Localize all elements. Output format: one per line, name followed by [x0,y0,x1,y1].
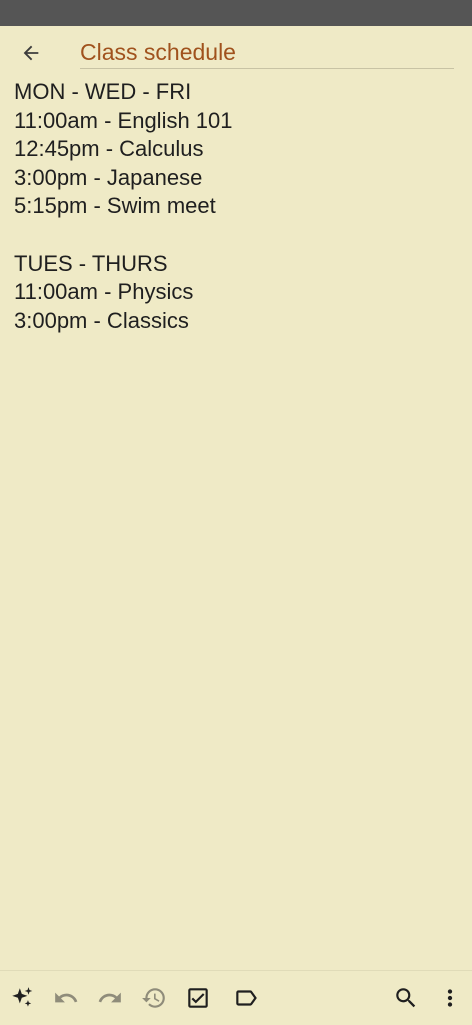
history-icon [141,985,167,1011]
checkbox-icon [185,985,211,1011]
redo-button[interactable] [96,984,124,1012]
note-line: TUES - THURS [14,250,168,276]
version-history-button[interactable] [140,984,168,1012]
ai-assist-button[interactable] [8,984,36,1012]
note-line: 12:45pm - Calculus [14,136,204,162]
note-line: 3:00pm - Classics [14,307,189,333]
note-header: Class schedule [0,26,472,78]
redo-icon [97,985,123,1011]
arrow-back-icon [20,42,42,64]
note-line: 11:00am - English 101 [14,107,233,133]
label-icon [233,985,259,1011]
back-button[interactable] [14,38,48,68]
search-icon [393,985,419,1011]
note-title: Class schedule [80,39,236,65]
label-button[interactable] [232,984,260,1012]
note-line: MON - WED - FRI [14,79,192,104]
undo-icon [53,985,79,1011]
bottom-toolbar [0,970,472,1025]
note-line: 5:15pm - Swim meet [14,193,216,219]
checklist-button[interactable] [184,984,212,1012]
more-vert-icon [437,985,463,1011]
note-line [14,221,458,250]
more-options-button[interactable] [436,984,464,1012]
sparkle-icon [9,985,35,1011]
status-bar [0,0,472,26]
note-line: 11:00am - Physics [14,279,194,305]
title-field[interactable]: Class schedule [80,36,454,69]
undo-button[interactable] [52,984,80,1012]
note-line: 3:00pm - Japanese [14,164,203,190]
search-button[interactable] [392,984,420,1012]
note-content[interactable]: MON - WED - FRI 11:00am - English 101 12… [14,78,458,335]
